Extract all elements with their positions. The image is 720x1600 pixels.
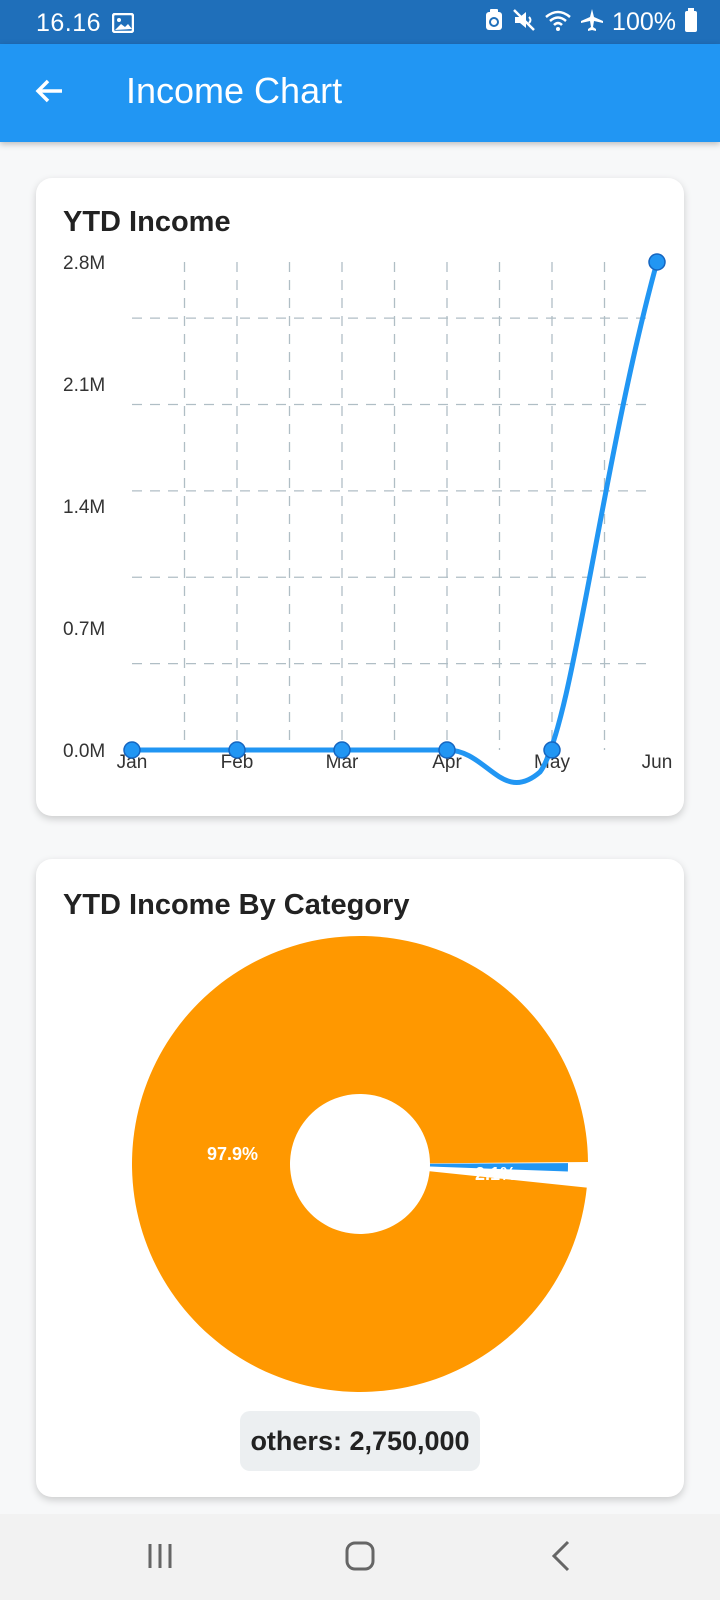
data-point[interactable] — [438, 741, 456, 759]
pie-slice-label-small: 2.1% — [475, 1164, 516, 1184]
y-tick-label: 0.0M — [63, 741, 105, 762]
back-icon — [547, 1539, 577, 1578]
navigation-bar — [0, 1514, 720, 1600]
y-tick-label: 1.4M — [63, 497, 105, 518]
ytd-income-line-chart: 0.0M0.7M1.4M2.1M2.8MJan Feb Mar Apr May Jun — [63, 253, 673, 786]
data-point[interactable] — [648, 253, 666, 271]
battery-percent: 100% — [612, 7, 676, 36]
recent-apps-icon — [145, 1541, 175, 1576]
data-point[interactable] — [543, 741, 561, 759]
ytd-income-card: YTD Income 0.0M 0.7M 1.4M 2.1M 2.8M Jan Feb Mar… — [36, 178, 684, 816]
app-bar: Income Chart — [0, 44, 720, 142]
ytd-income-by-category-pie-chart: 97.9% 2.1% — [131, 935, 588, 1392]
recent-apps-button[interactable] — [130, 1530, 190, 1586]
home-icon — [344, 1540, 376, 1577]
status-time: 16.16 — [36, 9, 102, 37]
status-bar: 16.16 100% — [0, 0, 720, 44]
back-button[interactable] — [22, 66, 76, 120]
image-icon — [111, 12, 135, 34]
ytd-income-by-category-card: YTD Income By Category 97.9% 2.1% others:… — [36, 859, 684, 1497]
arrow-left-icon — [33, 75, 65, 112]
y-tick-label: 2.1M — [63, 375, 105, 396]
pie-slice-label-large: 97.9% — [207, 1144, 258, 1164]
wifi-icon — [544, 8, 572, 37]
system-back-button[interactable] — [532, 1530, 592, 1586]
pie-legend-chip: others: 2,750,000 — [240, 1411, 480, 1471]
y-tick-label: 2.8M — [63, 253, 105, 274]
data-point[interactable] — [333, 741, 351, 759]
airplane-icon — [580, 8, 604, 37]
data-point[interactable] — [228, 741, 246, 759]
y-tick-label: 0.7M — [63, 619, 105, 640]
mute-icon — [512, 8, 536, 37]
home-button[interactable] — [330, 1530, 390, 1586]
battery-icon — [684, 7, 698, 37]
page-title: Income Chart — [126, 70, 343, 111]
data-point[interactable] — [123, 741, 141, 759]
x-tick-label: Jun — [642, 752, 673, 773]
recycle-icon — [484, 8, 504, 37]
